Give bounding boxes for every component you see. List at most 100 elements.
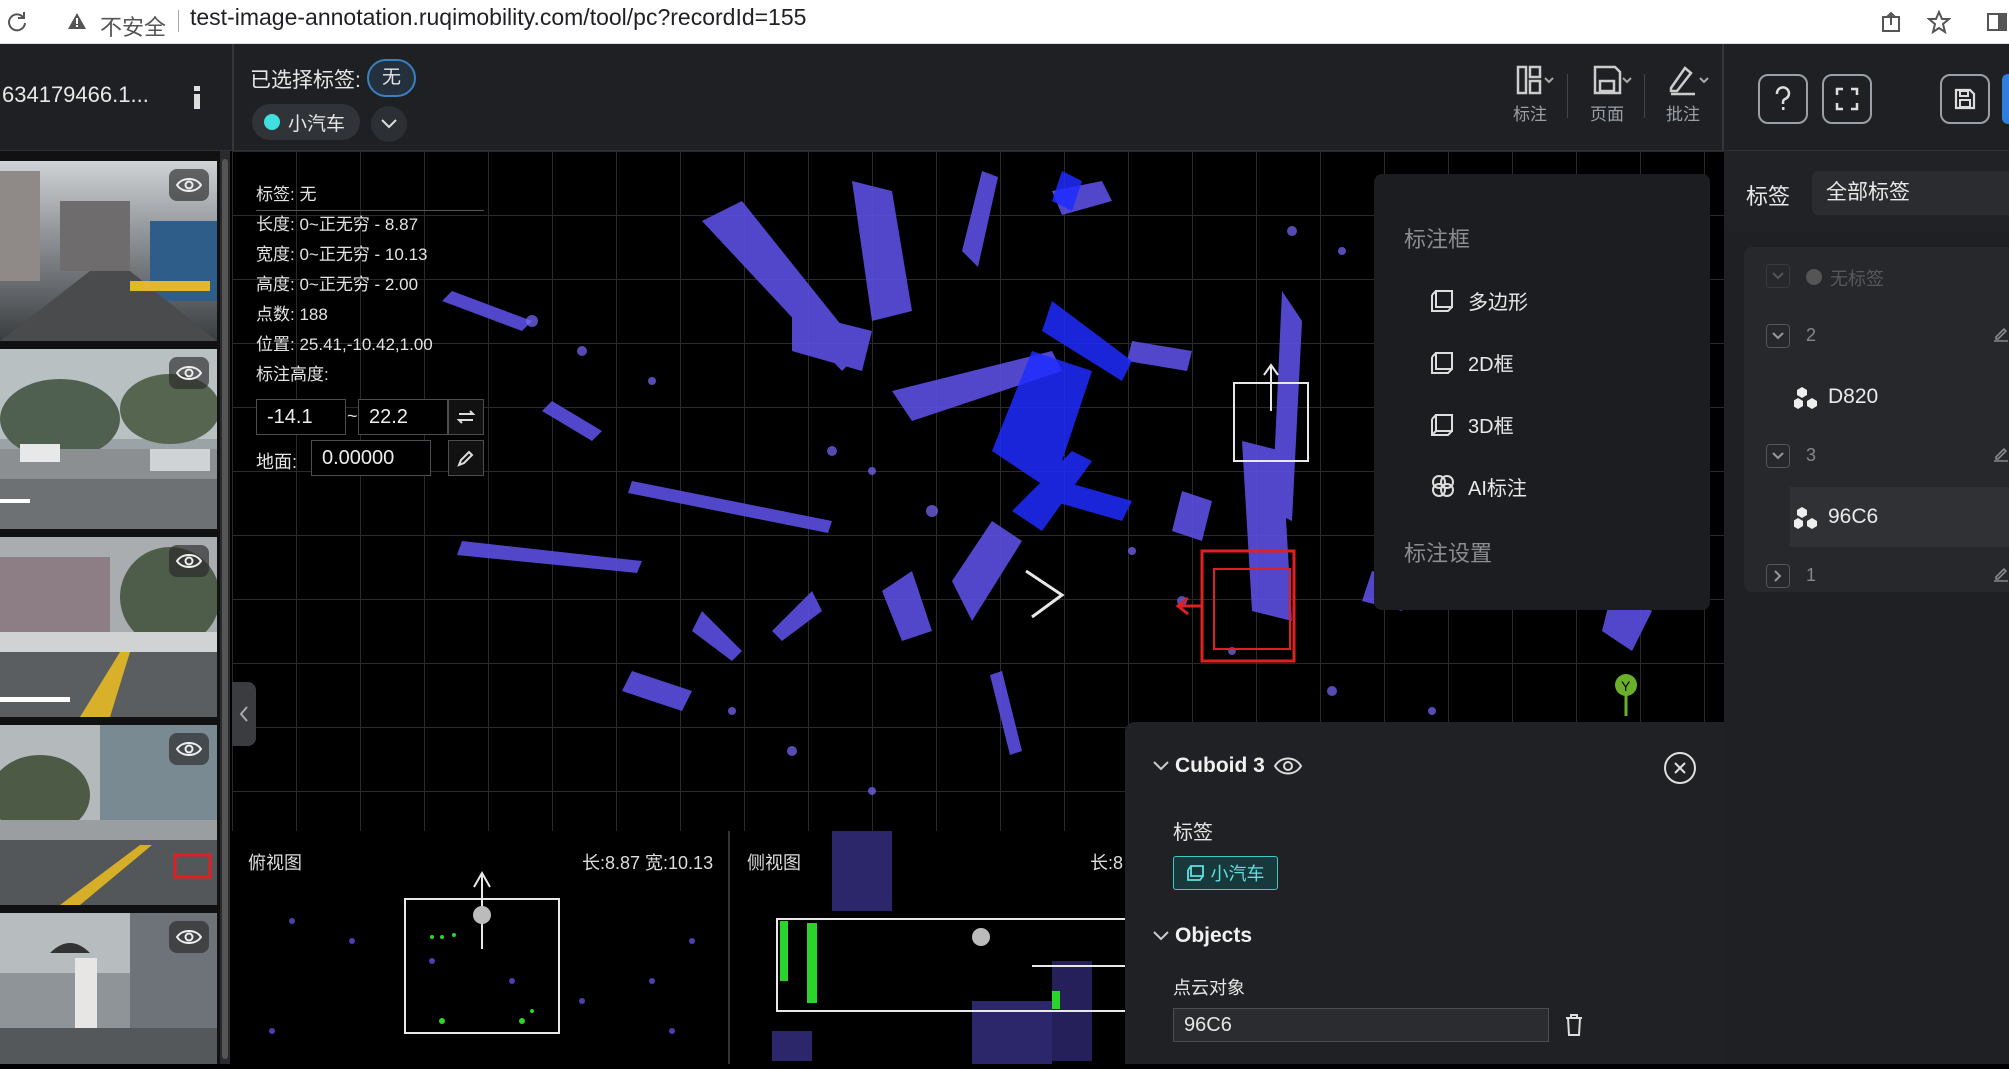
selected-label-chip[interactable]: 无 (367, 59, 416, 97)
menu-item-polygon[interactable]: 多边形 (1430, 280, 1528, 320)
info-height: 高度: 0~正无穷 - 2.00 (256, 275, 419, 294)
chevron-down-icon[interactable] (1766, 264, 1790, 288)
top-view-stats: 长:8.87 宽:10.13 (582, 853, 714, 873)
sidebar-toggle-icon[interactable] (1980, 5, 2009, 39)
annotate-dropdown-menu: 标注框 多边形 2D框 3D框 AI标注 标注设置 (1374, 174, 1710, 610)
label-group-name: 2 (1806, 325, 1817, 345)
toolbar-divider (1722, 44, 1724, 151)
reload-icon[interactable] (0, 5, 34, 39)
label-tag-chip[interactable]: 小汽车 (1173, 856, 1278, 890)
label-group-3[interactable]: 3 (1744, 427, 2009, 487)
close-properties-button[interactable] (1664, 752, 1696, 784)
visibility-eye-icon[interactable] (169, 545, 209, 577)
label-panel-header: 标签 全部标签 (1724, 151, 2009, 231)
height-max-input[interactable]: 22.2 (358, 399, 448, 435)
tool-divider (1644, 74, 1645, 118)
swap-icon (456, 410, 476, 424)
menu-item-3d-box[interactable]: 3D框 (1430, 404, 1514, 444)
chevron-down-icon[interactable] (1153, 761, 1169, 771)
camera-thumbnail[interactable] (0, 349, 217, 529)
label-panel-title: 标签 (1746, 184, 1791, 209)
menu-item-2d-box[interactable]: 2D框 (1430, 342, 1514, 382)
info-divider (256, 210, 484, 211)
label-group-1[interactable]: 1 (1744, 547, 2009, 607)
menu-item-settings[interactable]: 标注设置 (1404, 536, 1492, 568)
ai-icon (1432, 475, 1454, 497)
object-item-d820[interactable]: D820 (1794, 367, 1878, 427)
chevron-down-icon[interactable] (1766, 444, 1790, 468)
chevron-down-icon (381, 119, 397, 129)
info-icon[interactable] (186, 84, 208, 112)
delete-object-button[interactable] (1565, 1014, 1583, 1041)
object-info-panel: 标签: 无 长度: 0~正无穷 - 8.87 宽度: 0~正无穷 - 10.13… (256, 180, 433, 390)
point-cloud-object-input[interactable]: 96C6 (1173, 1008, 1549, 1042)
submit-button[interactable] (2002, 74, 2009, 124)
camera-thumbnail[interactable] (0, 913, 217, 1064)
chevron-down-icon[interactable] (1153, 931, 1169, 941)
help-button[interactable] (1758, 74, 1808, 124)
class-chip-car[interactable]: 小汽车 (252, 104, 360, 140)
share-icon[interactable] (1874, 5, 1908, 39)
url-text[interactable]: test-image-annotation.ruqimobility.com/t… (190, 2, 806, 32)
chevron-right-icon[interactable] (1766, 564, 1790, 588)
expand-classes-button[interactable] (371, 106, 407, 142)
menu-item-ai[interactable]: AI标注 (1430, 466, 1527, 506)
visibility-eye-icon[interactable] (169, 169, 209, 201)
info-position: 位置: 25.41,-10.42,1.00 (256, 335, 433, 354)
object-item-96c6[interactable]: 96C6 (1794, 487, 1878, 547)
info-length: 长度: 0~正无穷 - 8.87 (256, 215, 419, 234)
cuboid-header[interactable]: Cuboid 3 (1153, 754, 1303, 778)
chevron-down-icon[interactable] (1766, 324, 1790, 348)
menu-item-label: AI标注 (1468, 477, 1527, 500)
label-tag-text: 小汽车 (1210, 864, 1265, 884)
annotation-height-label: 标注高度: (256, 365, 329, 384)
edit-icon[interactable] (1992, 445, 2009, 468)
trash-icon (1566, 1014, 1582, 1036)
warning-icon[interactable] (60, 4, 94, 38)
edit-icon[interactable] (1992, 565, 2009, 588)
bookmark-star-icon[interactable] (1922, 5, 1956, 39)
label-group-2[interactable]: 2 (1744, 307, 2009, 367)
ground-input[interactable]: 0.00000 (311, 440, 431, 476)
label-group-name: 1 (1806, 565, 1817, 585)
info-label: 标签: 无 (256, 185, 317, 204)
visibility-eye-icon[interactable] (169, 733, 209, 765)
class-chip-label: 小汽车 (288, 113, 346, 135)
tool-page[interactable]: 页面 (1582, 64, 1644, 126)
thumbnail-scrollbar[interactable] (220, 151, 230, 1064)
cuboid-title: Cuboid 3 (1175, 754, 1265, 777)
tool-page-label: 页面 (1590, 105, 1624, 124)
label-group-unlabeled[interactable]: 无标签 (1744, 247, 2009, 307)
point-cloud-object-label: 点云对象 (1173, 978, 1245, 998)
box-2d-icon (1431, 352, 1453, 374)
save-button[interactable] (1940, 74, 1990, 124)
fullscreen-button[interactable] (1822, 74, 1872, 124)
visibility-eye-icon[interactable] (169, 357, 209, 389)
tool-annotate[interactable]: 标注 (1505, 64, 1567, 126)
height-min-input[interactable]: -14.1 (256, 399, 346, 435)
cuboid-properties-panel: Cuboid 3 标签 小汽车 Objects 点云对象 96C6 (1125, 722, 1724, 1064)
objects-section-header[interactable]: Objects (1153, 924, 1252, 948)
camera-thumbnail[interactable] (0, 725, 217, 905)
page-save-icon (1593, 65, 1632, 95)
browser-address-bar: 不安全 test-image-annotation.ruqimobility.c… (0, 0, 2009, 44)
ground-label: 地面: (256, 452, 298, 472)
camera-thumbnail[interactable] (0, 537, 217, 717)
label-filter-select[interactable]: 全部标签 (1812, 171, 2009, 215)
record-id: 634179466.1... (2, 82, 149, 107)
visibility-eye-icon[interactable] (169, 921, 209, 953)
visibility-eye-icon[interactable] (1273, 756, 1303, 776)
eyedropper-icon (457, 450, 474, 467)
url-separator (178, 10, 179, 32)
swap-height-button[interactable] (448, 399, 484, 435)
collapse-thumbnails-button[interactable] (232, 682, 256, 746)
edit-icon[interactable] (1992, 325, 2009, 348)
object-name: 96C6 (1828, 505, 1879, 528)
tool-comment[interactable]: 批注 (1658, 64, 1720, 126)
selected-label-title: 已选择标签: (250, 69, 361, 92)
camera-thumbnail[interactable] (0, 161, 217, 341)
toolbar-divider (232, 44, 234, 151)
pick-ground-button[interactable] (448, 440, 484, 476)
security-label[interactable]: 不安全 (100, 10, 166, 42)
group-color-dot (1806, 269, 1822, 285)
